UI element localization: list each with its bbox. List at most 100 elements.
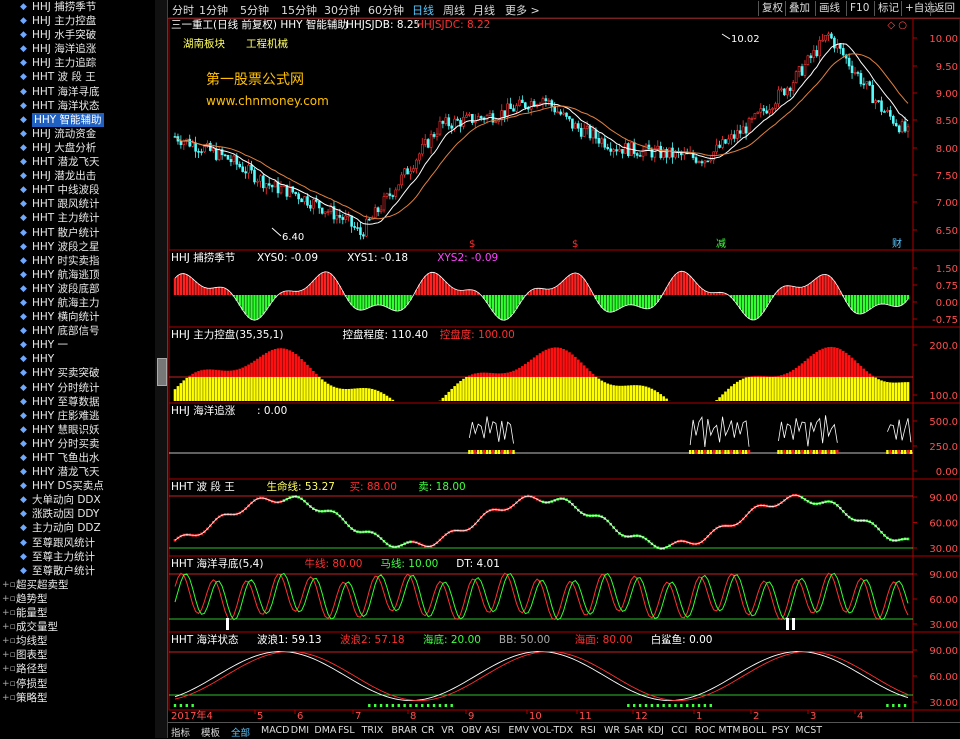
candle-body [179,140,183,146]
indicator-tab[interactable]: KDJ [648,725,664,736]
candle-body [235,155,239,165]
indicator-tab[interactable]: MACD [261,725,289,736]
sea-bottom-signal [897,704,901,707]
candle-body [509,103,512,109]
candle-body [671,147,674,158]
sea-bottom-signal [668,704,671,707]
indicator-tab[interactable]: WR [604,725,620,736]
candle-body [264,183,268,189]
chase-signal-block [786,450,789,454]
candle-body [703,160,707,164]
candle-body [847,57,851,67]
sea-bottom-signal [173,704,177,707]
indicator-tab[interactable]: RSI [580,725,595,736]
wave2-line [174,651,909,702]
sea-bottom-signal [426,704,430,707]
indicator-tab[interactable]: SAR [624,725,643,736]
panel-title: HHT 海洋寻底(5,4) [171,557,263,570]
date-axis-month: 1 [696,711,702,722]
indicator-tab[interactable]: CCI [671,725,687,736]
chase-signal-block [494,450,498,454]
date-axis-month: 12 [635,711,648,722]
sea-bottom-signal [638,704,642,707]
indicator-tab[interactable]: ASI [485,725,500,736]
indicator-tab[interactable]: MCST [795,725,822,736]
candle-body [471,113,474,123]
indicator-tab[interactable]: PSY [772,725,790,736]
indicator-tab[interactable]: VOL-TDX [532,725,573,736]
indicator-tab[interactable]: 指标 [171,725,190,739]
candle-body [303,196,306,203]
sea-bottom-signal [903,704,907,707]
signal-marker: $ [469,239,475,250]
candle-body [197,151,200,153]
candle-body [891,115,895,124]
candle-body [365,218,368,237]
candle-body [638,155,642,157]
indicator-tab[interactable]: FSL [338,725,355,736]
date-axis-month: 10 [529,711,542,722]
candle-body [326,211,330,213]
candle-body [506,103,509,117]
chase-signal-block [697,450,701,454]
candle-body [259,175,262,182]
candle-body [865,81,869,85]
indicator-tab[interactable]: CR [421,725,434,736]
candle-body [503,110,507,117]
candle-body [759,108,763,113]
candle-body [830,33,833,39]
panel-legend-value: 买: 88.00 [350,481,397,493]
chase-signal-block [833,450,836,454]
chase-signal-block [800,450,804,454]
panel-legend-value: 牛线: 80.00 [305,557,363,570]
chase-signal-block [727,450,730,454]
candle-body [721,139,724,148]
sea-bottom-signal [662,704,665,707]
indicator-tab[interactable]: 全部 [231,725,250,739]
candle-body [656,145,660,150]
indicator-tab[interactable]: EMV [508,725,529,736]
price-axis-label: 8.50 [936,116,958,127]
indicator-tab[interactable]: OBV [461,725,481,736]
date-axis-month: 8 [410,711,416,722]
chase-signal-block [824,450,827,454]
chase-signal-block [789,450,792,454]
panel-legend-value: : 0.00 [257,405,287,417]
chase-signal-block [900,450,904,454]
indicator-tab[interactable]: DMA [314,725,336,736]
chase-signal-block [906,450,910,454]
candle-body [886,110,889,112]
candle-body [806,55,810,65]
chase-signal-block [783,450,786,454]
candle-body [238,163,242,168]
chart-canvas[interactable]: 三一重工(日线 前复权) HHY 智能辅助HHJSJDB: 8.25HHJSJD… [0,0,960,738]
candle-body [253,169,256,183]
candle-body [341,217,345,220]
sea-bottom-signal [691,704,695,707]
candle-body [559,111,562,115]
sea-bottom-signal [892,704,895,707]
sea-bottom-signal [697,704,701,707]
indicator-tab[interactable]: BOLL [742,725,766,736]
candle-body [350,215,353,227]
candle-body [582,128,586,137]
candle-body [450,125,454,129]
candle-body [780,88,783,91]
sea-bottom-signal [438,704,442,707]
candle-body [568,116,571,120]
candle-body [856,72,860,74]
candle-body [273,181,277,188]
indicator-tab[interactable]: 模板 [201,725,220,739]
chase-signal-block [468,450,471,454]
sea-bottom-signal [191,704,194,707]
indicator-tab[interactable]: BRAR [391,725,417,736]
indicator-tab[interactable]: VR [441,725,454,736]
candle-body [256,180,259,183]
sea-bottom-signal [421,704,424,707]
candle-body [356,227,359,229]
indicator-tab[interactable]: ROC [695,725,716,736]
indicator-tab[interactable]: DMI [291,725,309,736]
indicator-tab[interactable]: TRIX [362,725,384,736]
candle-body [453,118,456,129]
indicator-tab[interactable]: MTM [718,725,740,736]
